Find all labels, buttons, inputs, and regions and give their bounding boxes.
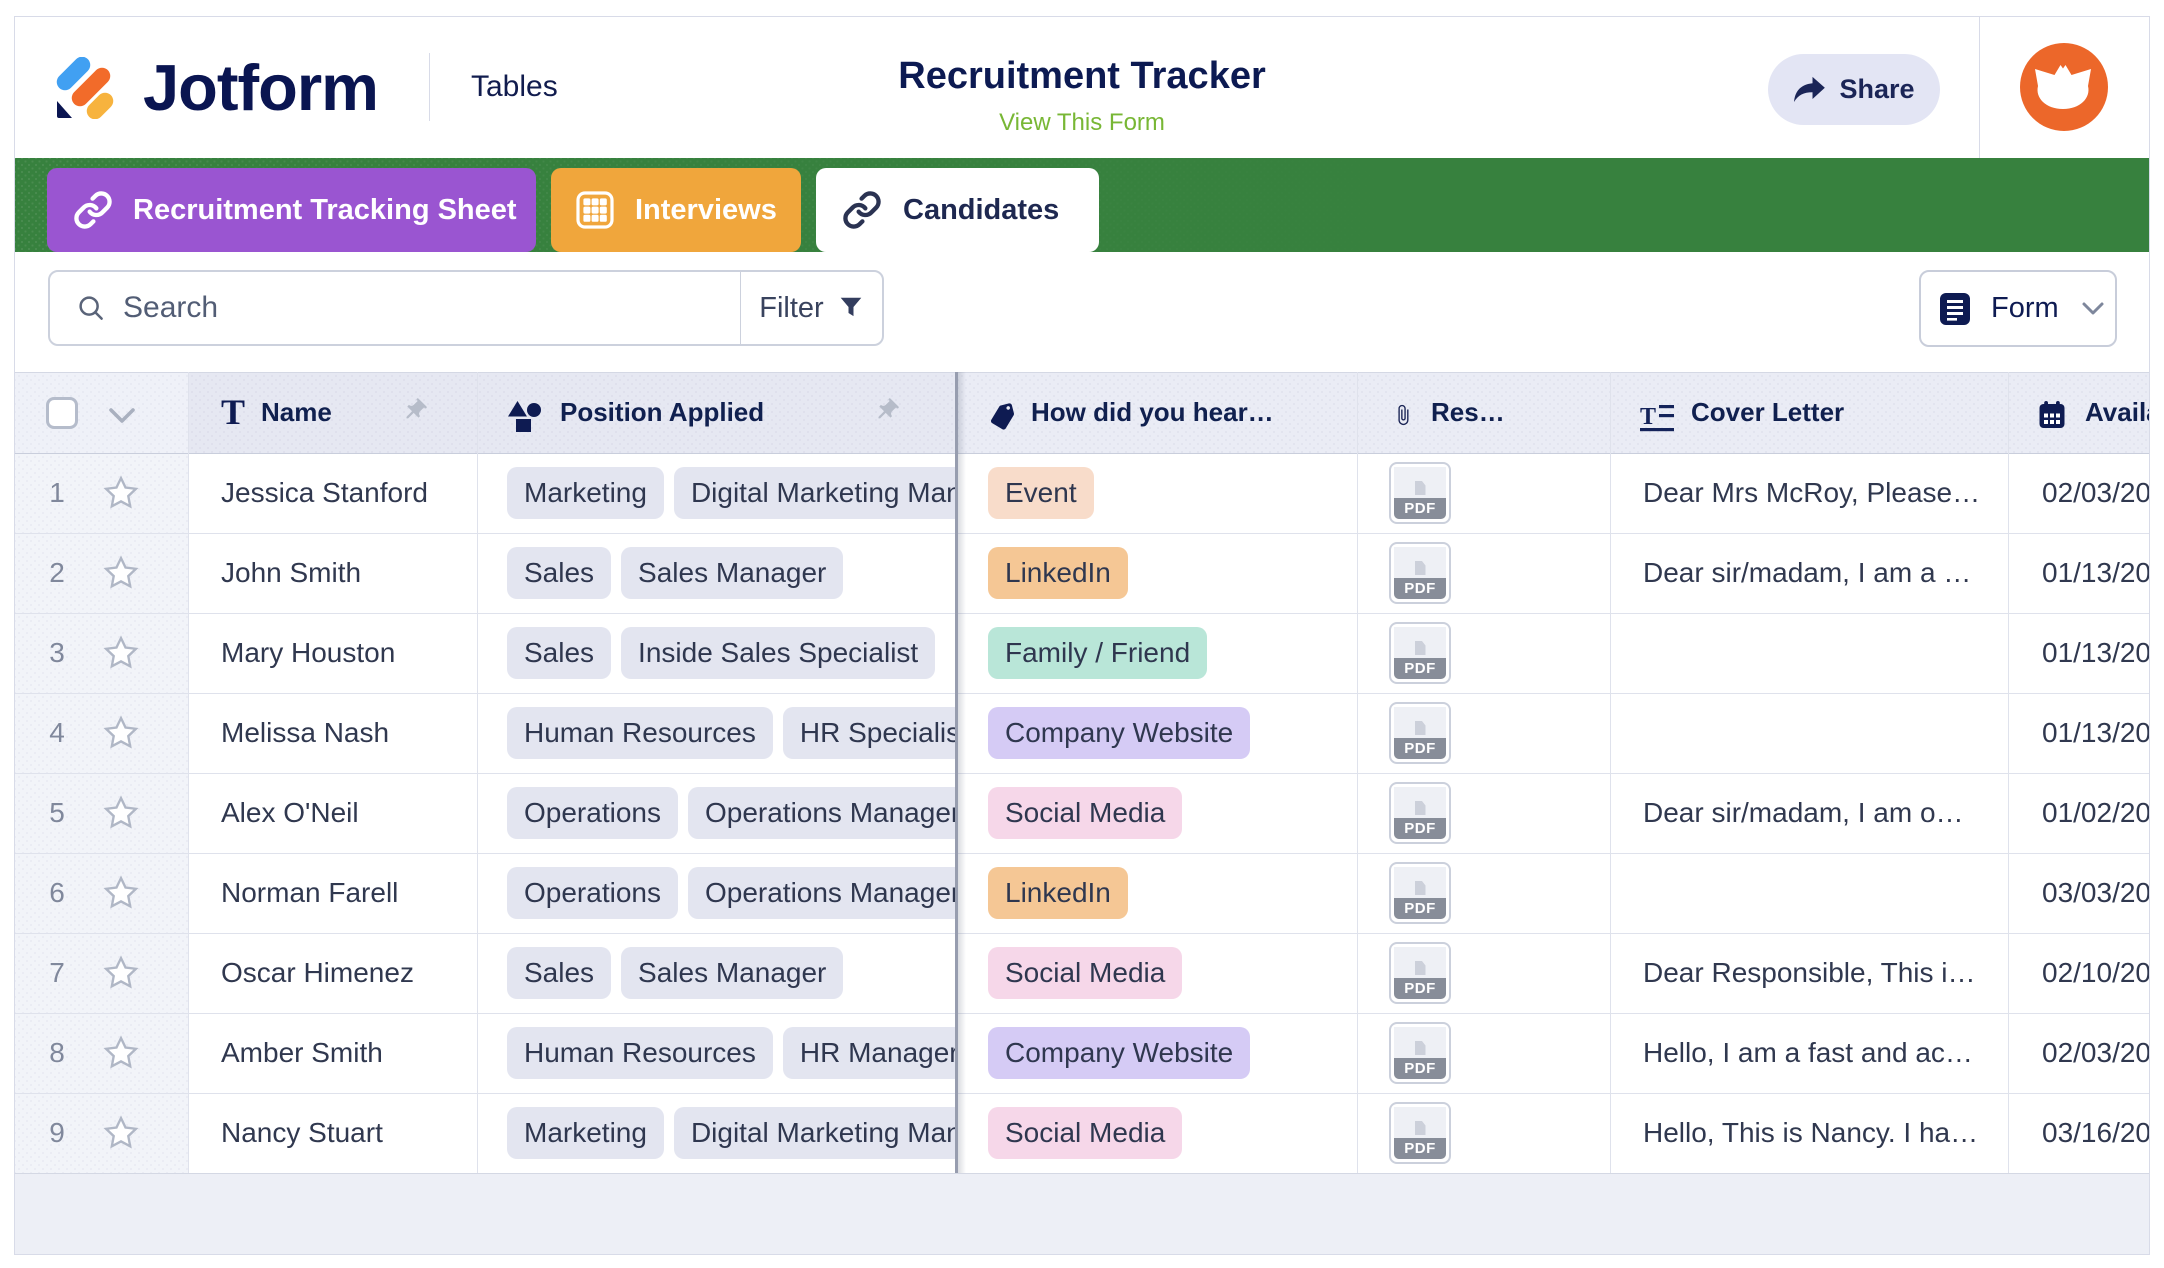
svg-text:T: T	[221, 397, 245, 431]
svg-text:T: T	[1640, 404, 1656, 430]
